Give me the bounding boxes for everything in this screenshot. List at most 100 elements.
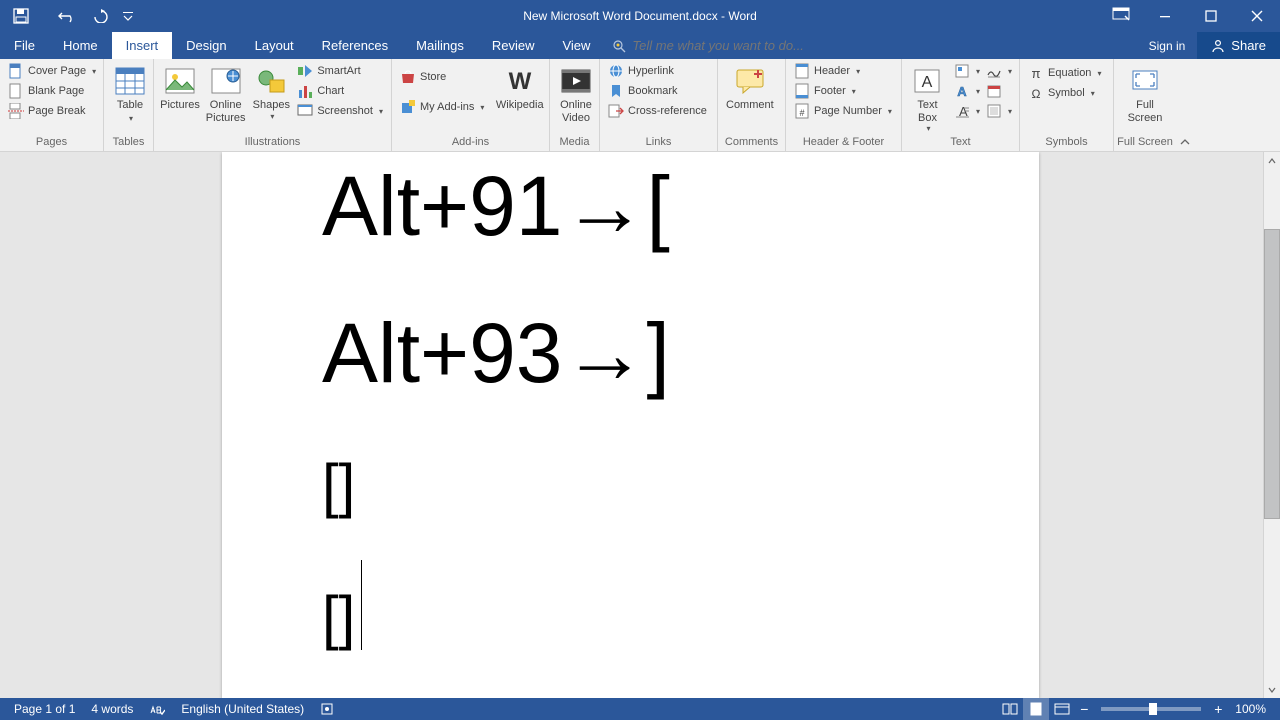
text-box-icon: A [911,65,943,97]
collapse-ribbon-button[interactable] [1179,136,1191,148]
date-time-icon [986,83,1002,99]
window-title: New Microsoft Word Document.docx - Word [523,9,757,23]
object-icon [986,103,1002,119]
window-controls [1104,0,1280,32]
screenshot-button[interactable]: Screenshot▾ [293,101,387,121]
online-video-button[interactable]: Online Video [554,61,598,126]
tell-me-input[interactable] [632,38,812,53]
read-mode-button[interactable] [997,698,1023,720]
full-screen-button[interactable]: Full Screen [1118,61,1172,126]
group-header-footer: Header▾ Footer▾ #Page Number▾ Header & F… [786,59,902,151]
scroll-down-button[interactable] [1264,681,1280,698]
document-line-1[interactable]: Alt+91→[ [322,158,1039,255]
group-text: AText Box▾ ▾ ▾ A▾ A▾ ▾ Text [902,59,1020,151]
zoom-in-button[interactable]: + [1209,698,1227,720]
sign-in-link[interactable]: Sign in [1137,32,1198,59]
equation-button[interactable]: πEquation▾ [1024,63,1105,83]
tab-references[interactable]: References [308,32,402,59]
wikipedia-button[interactable]: WWikipedia [494,61,545,114]
word-count[interactable]: 4 words [83,698,141,720]
bookmark-button[interactable]: Bookmark [604,81,711,101]
text-box-button[interactable]: AText Box▾ [906,61,949,135]
group-comments: Comment Comments [718,59,786,151]
header-button[interactable]: Header▾ [790,61,896,81]
footer-button[interactable]: Footer▾ [790,81,896,101]
close-button[interactable] [1234,0,1280,32]
svg-text:π: π [1032,66,1041,81]
zoom-slider-handle[interactable] [1149,703,1157,715]
page-number-icon: # [794,103,810,119]
symbol-button[interactable]: ΩSymbol▾ [1024,83,1105,103]
my-addins-button[interactable]: My Add-ins▾ [396,97,488,117]
display-options-button[interactable] [1104,0,1138,28]
table-button[interactable]: Table▾ [108,61,152,125]
document-line-2[interactable]: Alt+93→] [322,305,1039,402]
page[interactable]: Alt+91→[ Alt+93→] [] [] [222,152,1039,698]
redo-button[interactable] [86,2,116,30]
web-layout-button[interactable] [1049,698,1075,720]
document-line-4[interactable]: [] [322,560,1039,652]
scroll-track[interactable] [1264,169,1280,681]
undo-button[interactable] [52,2,82,30]
online-pictures-button[interactable]: Online Pictures [202,61,249,126]
pictures-icon [164,65,196,97]
scroll-thumb[interactable] [1264,229,1280,519]
zoom-slider[interactable] [1101,707,1201,711]
zoom-out-button[interactable]: − [1075,698,1093,720]
tab-home[interactable]: Home [49,32,112,59]
print-layout-button[interactable] [1023,698,1049,720]
smartart-button[interactable]: SmartArt [293,61,387,81]
maximize-button[interactable] [1188,0,1234,32]
qat-customize-button[interactable] [120,2,136,30]
svg-text:A: A [922,74,933,91]
macro-record-button[interactable] [312,698,342,720]
quick-parts-button[interactable]: ▾ [951,61,983,81]
page-break-icon [8,103,24,119]
document-line-3[interactable]: [] [322,451,1039,520]
pictures-button[interactable]: Pictures [158,61,202,114]
store-button[interactable]: Store [396,67,488,87]
comment-button[interactable]: Comment [722,61,778,114]
blank-page-button[interactable]: Blank Page [4,81,100,101]
object-button[interactable]: ▾ [983,101,1015,121]
language-status[interactable]: English (United States) [173,698,312,720]
minimize-button[interactable] [1142,0,1188,32]
page-number-button[interactable]: #Page Number▾ [790,101,896,121]
tab-design[interactable]: Design [172,32,240,59]
quick-parts-icon [954,63,970,79]
scroll-up-button[interactable] [1264,152,1280,169]
tab-file[interactable]: File [0,32,49,59]
cross-reference-button[interactable]: Cross-reference [604,101,711,121]
spellcheck-button[interactable] [141,698,173,720]
cover-page-button[interactable]: Cover Page▾ [4,61,100,81]
shapes-button[interactable]: Shapes▾ [249,61,293,123]
hyperlink-button[interactable]: Hyperlink [604,61,711,81]
signature-line-button[interactable]: ▾ [983,61,1015,81]
tab-mailings[interactable]: Mailings [402,32,478,59]
tab-review[interactable]: Review [478,32,549,59]
table-icon [114,65,146,97]
cover-page-icon [8,63,24,79]
shapes-icon [255,65,287,97]
save-button[interactable] [6,2,36,30]
vertical-scrollbar[interactable] [1263,152,1280,698]
blank-page-icon [8,83,24,99]
share-button[interactable]: Share [1197,32,1280,59]
bookmark-icon [608,83,624,99]
tab-layout[interactable]: Layout [241,32,308,59]
fullscreen-icon [1129,65,1161,97]
tab-insert[interactable]: Insert [112,32,173,59]
page-break-button[interactable]: Page Break [4,101,100,121]
page-status[interactable]: Page 1 of 1 [6,698,83,720]
wordart-button[interactable]: A▾ [951,81,983,101]
smartart-icon [297,63,313,79]
chart-button[interactable]: Chart [293,81,387,101]
date-time-button[interactable] [983,81,1015,101]
tell-me-search[interactable] [604,32,820,59]
screenshot-icon [297,103,313,119]
drop-cap-button[interactable]: A▾ [951,101,983,121]
text-cursor [361,560,362,650]
zoom-level[interactable]: 100% [1227,698,1274,720]
tab-view[interactable]: View [548,32,604,59]
document-viewport[interactable]: Alt+91→[ Alt+93→] [] [] [0,152,1263,698]
